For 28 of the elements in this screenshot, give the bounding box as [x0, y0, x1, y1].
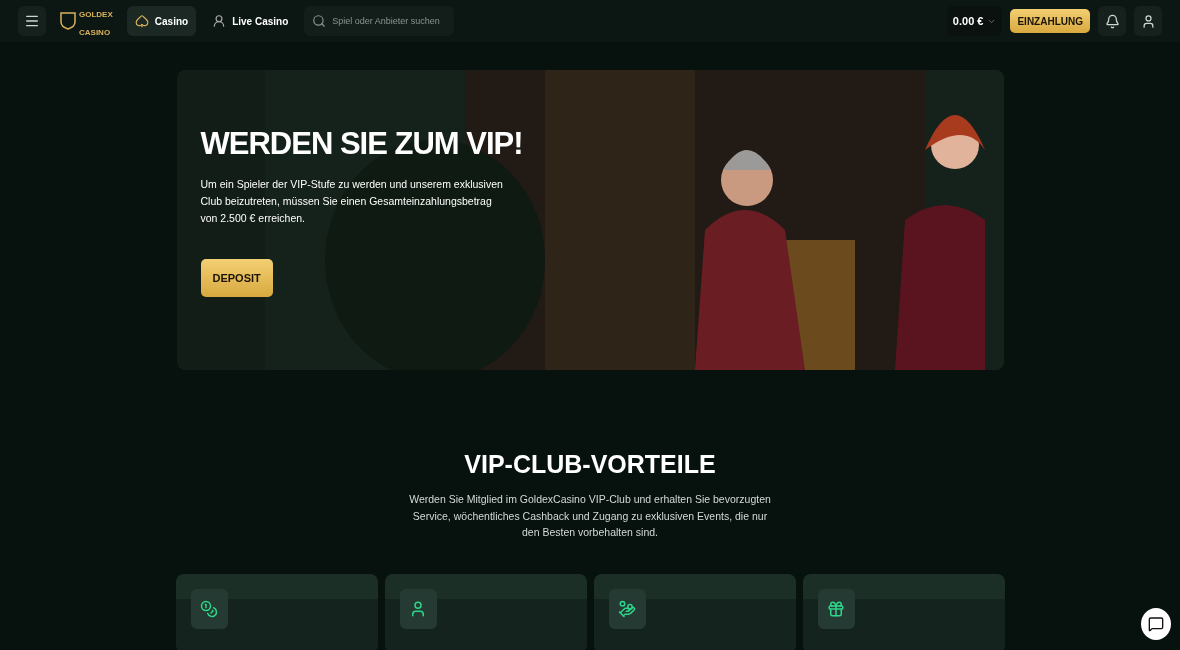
hero-text: Um ein Spieler der VIP-Stufe zu werden und unserem exklusiven Club beizutreten, müssen Sie einen Gesamteinzahlungsbetrag von 2.500 € erreichen. — [200, 177, 504, 226]
logo-text: GOLDEX — [79, 10, 113, 19]
deposit-button[interactable]: DEPOSIT — [200, 259, 273, 297]
hand-coins-icon — [608, 588, 646, 629]
spade-icon — [134, 14, 149, 28]
section-title: VIP-CLUB-VORTEILE — [464, 450, 716, 479]
section-text: Werden Sie Mitglied im GoldexCasino VIP-Club und erhalten Sie bevorzugten Service, wöchentliches Cashback und Zugang zu exklusiven Events, die nur den Besten vorbehalten sind. — [408, 492, 772, 540]
coins-icon — [190, 588, 228, 629]
nav-tab[interactable]: Casino — [126, 6, 197, 36]
menu-icon — [24, 13, 40, 29]
shield-icon — [60, 12, 76, 30]
deposit-button[interactable]: EINZAHLUNG — [1010, 9, 1090, 33]
person-icon — [212, 14, 227, 28]
menu-button[interactable] — [18, 6, 46, 36]
search-field[interactable]: Spiel oder Anbieter suchen — [304, 6, 455, 36]
chat-icon — [1148, 616, 1164, 632]
chat-button[interactable] — [1141, 608, 1171, 640]
profile-button[interactable] — [1134, 6, 1162, 36]
notifications-button[interactable] — [1098, 6, 1126, 36]
logo-text: CASINO — [79, 28, 111, 37]
balance-dropdown[interactable]: 0.00 € — [946, 6, 1003, 36]
user-icon — [399, 588, 437, 629]
user-icon — [1140, 13, 1156, 29]
gift-icon — [817, 588, 855, 629]
hero-title: WERDEN SIE ZUM VIP! — [200, 126, 523, 162]
bell-icon — [1104, 13, 1120, 29]
logo[interactable]: GOLDEX CASINO — [60, 3, 113, 39]
nav-tab[interactable]: Live Casino — [204, 6, 297, 36]
